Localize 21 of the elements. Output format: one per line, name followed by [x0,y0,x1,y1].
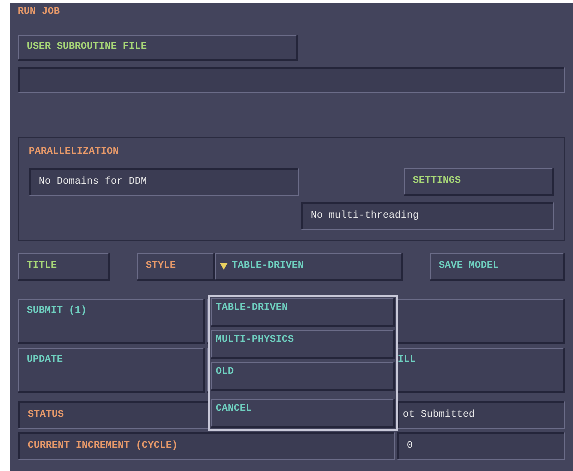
action-button[interactable]: SUBMIT (1) [18,299,205,344]
increment-value: 0 [397,432,565,460]
increment-label: CURRENT INCREMENT (CYCLE) [18,432,395,460]
action-button[interactable]: UPDATE [18,348,205,393]
style-dropdown[interactable]: TABLE-DRIVEN [215,253,403,281]
menu-item[interactable]: CANCEL [211,399,395,428]
status-value: ot Submitted [397,401,565,429]
dropdown-triangle-icon [220,263,228,270]
menu-item[interactable]: MULTI-PHYSICS [211,330,395,359]
window-title: RUN JOB [18,6,62,20]
panel-title: PARALLELIZATION [29,146,120,160]
user-subroutine-button[interactable]: USER SUBROUTINE FILE [18,35,298,61]
menu-item[interactable]: TABLE-DRIVEN [211,298,395,327]
domains-field[interactable]: No Domains for DDM [29,168,299,196]
style-label: STYLE [137,253,215,281]
title-button[interactable]: TITLE [18,253,110,281]
save-model-button[interactable]: SAVE MODEL [430,253,565,281]
settings-button[interactable]: SETTINGS [404,168,554,196]
menu-item[interactable]: OLD [211,362,395,391]
subroutine-field[interactable] [18,67,565,93]
threading-field[interactable]: No multi-threading [301,202,554,230]
